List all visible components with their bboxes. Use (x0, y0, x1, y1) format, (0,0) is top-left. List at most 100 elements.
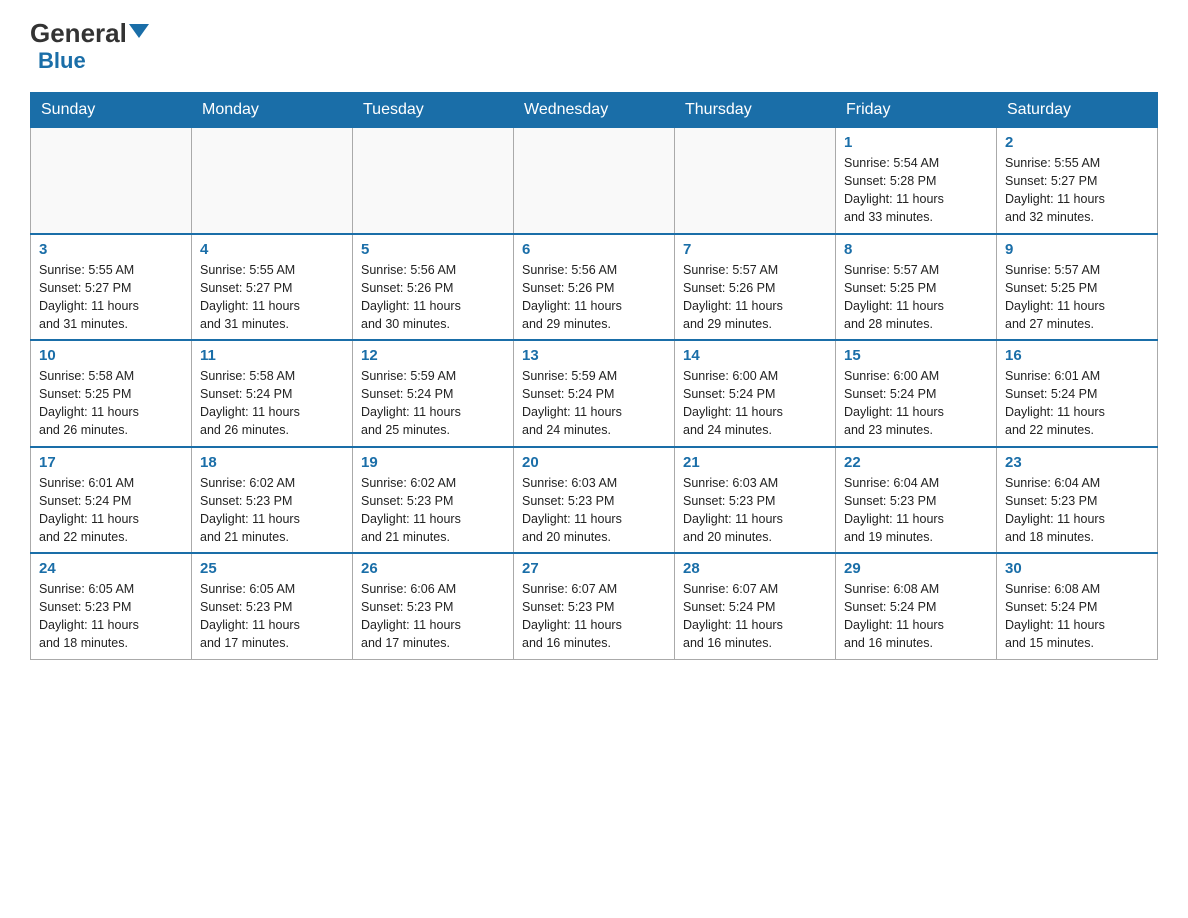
calendar-cell: 16Sunrise: 6:01 AM Sunset: 5:24 PM Dayli… (997, 340, 1158, 447)
calendar-header-row: SundayMondayTuesdayWednesdayThursdayFrid… (31, 93, 1158, 128)
calendar-cell (353, 128, 514, 234)
calendar-week-row: 17 Sunrise: 6:01 AM Sunset: 5:24 PM Dayli… (31, 447, 1158, 554)
calendar-cell: 24 Sunrise: 6:05 AM Sunset: 5:23 PM Dayli… (31, 553, 192, 659)
logo-general-text: General (30, 20, 127, 46)
logo: General Blue (30, 20, 149, 74)
day-number: 27 (522, 560, 666, 577)
calendar-cell: 11 Sunrise: 5:58 AM Sunset: 5:24 PM Dayli… (192, 340, 353, 447)
day-number: 6 (522, 241, 666, 258)
day-info: Sunrise: 5:59 AM Sunset: 5:24 PM Dayligh… (522, 367, 666, 440)
column-header-saturday: Saturday (997, 93, 1158, 128)
calendar-week-row: 1 Sunrise: 5:54 AM Sunset: 5:28 PM Daylig… (31, 128, 1158, 234)
calendar-cell: 1 Sunrise: 5:54 AM Sunset: 5:28 PM Daylig… (836, 128, 997, 234)
day-info: Sunrise: 5:58 AM Sunset: 5:25 PM Dayligh… (39, 367, 183, 440)
column-header-friday: Friday (836, 93, 997, 128)
day-number: 5 (361, 241, 505, 258)
day-number: 14 (683, 347, 827, 364)
day-number: 12 (361, 347, 505, 364)
day-info: Sunrise: 6:01 AM Sunset: 5:24 PM Dayligh… (39, 474, 183, 547)
logo-triangle-icon (129, 24, 149, 38)
day-info: Sunrise: 6:02 AM Sunset: 5:23 PM Dayligh… (361, 474, 505, 547)
calendar-cell: 28 Sunrise: 6:07 AM Sunset: 5:24 PM Dayli… (675, 553, 836, 659)
calendar-cell: 26 Sunrise: 6:06 AM Sunset: 5:23 PM Dayli… (353, 553, 514, 659)
day-number: 26 (361, 560, 505, 577)
day-info: Sunrise: 6:05 AM Sunset: 5:23 PM Dayligh… (39, 580, 183, 653)
day-number: 9 (1005, 241, 1149, 258)
day-number: 11 (200, 347, 344, 364)
day-number: 20 (522, 454, 666, 471)
day-info: Sunrise: 5:55 AM Sunset: 5:27 PM Dayligh… (39, 261, 183, 334)
day-number: 10 (39, 347, 183, 364)
calendar-week-row: 10 Sunrise: 5:58 AM Sunset: 5:25 PM Dayli… (31, 340, 1158, 447)
calendar-cell: 4Sunrise: 5:55 AM Sunset: 5:27 PM Daylig… (192, 234, 353, 341)
calendar-cell: 5Sunrise: 5:56 AM Sunset: 5:26 PM Daylig… (353, 234, 514, 341)
column-header-thursday: Thursday (675, 93, 836, 128)
calendar-table: SundayMondayTuesdayWednesdayThursdayFrid… (30, 92, 1158, 660)
calendar-cell: 8Sunrise: 5:57 AM Sunset: 5:25 PM Daylig… (836, 234, 997, 341)
logo-blue-text: Blue (38, 48, 86, 74)
calendar-cell: 9 Sunrise: 5:57 AM Sunset: 5:25 PM Daylig… (997, 234, 1158, 341)
column-header-monday: Monday (192, 93, 353, 128)
calendar-cell: 20 Sunrise: 6:03 AM Sunset: 5:23 PM Dayli… (514, 447, 675, 554)
day-number: 13 (522, 347, 666, 364)
day-info: Sunrise: 6:07 AM Sunset: 5:23 PM Dayligh… (522, 580, 666, 653)
day-number: 7 (683, 241, 827, 258)
day-info: Sunrise: 5:55 AM Sunset: 5:27 PM Dayligh… (1005, 154, 1149, 227)
calendar-cell: 13 Sunrise: 5:59 AM Sunset: 5:24 PM Dayli… (514, 340, 675, 447)
calendar-cell: 2 Sunrise: 5:55 AM Sunset: 5:27 PM Daylig… (997, 128, 1158, 234)
day-number: 29 (844, 560, 988, 577)
day-info: Sunrise: 5:54 AM Sunset: 5:28 PM Dayligh… (844, 154, 988, 227)
calendar-cell: 17 Sunrise: 6:01 AM Sunset: 5:24 PM Dayli… (31, 447, 192, 554)
calendar-cell: 21 Sunrise: 6:03 AM Sunset: 5:23 PM Dayli… (675, 447, 836, 554)
day-info: Sunrise: 6:08 AM Sunset: 5:24 PM Dayligh… (1005, 580, 1149, 653)
calendar-cell: 23Sunrise: 6:04 AM Sunset: 5:23 PM Dayli… (997, 447, 1158, 554)
day-number: 24 (39, 560, 183, 577)
day-info: Sunrise: 5:59 AM Sunset: 5:24 PM Dayligh… (361, 367, 505, 440)
day-number: 1 (844, 134, 988, 151)
calendar-cell (192, 128, 353, 234)
day-number: 21 (683, 454, 827, 471)
calendar-cell: 30 Sunrise: 6:08 AM Sunset: 5:24 PM Dayli… (997, 553, 1158, 659)
day-number: 30 (1005, 560, 1149, 577)
calendar-week-row: 3 Sunrise: 5:55 AM Sunset: 5:27 PM Daylig… (31, 234, 1158, 341)
calendar-cell: 29Sunrise: 6:08 AM Sunset: 5:24 PM Dayli… (836, 553, 997, 659)
day-info: Sunrise: 6:04 AM Sunset: 5:23 PM Dayligh… (844, 474, 988, 547)
day-info: Sunrise: 5:57 AM Sunset: 5:26 PM Dayligh… (683, 261, 827, 334)
column-header-wednesday: Wednesday (514, 93, 675, 128)
calendar-cell: 18 Sunrise: 6:02 AM Sunset: 5:23 PM Dayli… (192, 447, 353, 554)
day-number: 17 (39, 454, 183, 471)
day-number: 25 (200, 560, 344, 577)
day-number: 18 (200, 454, 344, 471)
day-number: 3 (39, 241, 183, 258)
calendar-cell: 10 Sunrise: 5:58 AM Sunset: 5:25 PM Dayli… (31, 340, 192, 447)
day-info: Sunrise: 6:03 AM Sunset: 5:23 PM Dayligh… (522, 474, 666, 547)
day-info: Sunrise: 6:00 AM Sunset: 5:24 PM Dayligh… (844, 367, 988, 440)
calendar-cell: 3 Sunrise: 5:55 AM Sunset: 5:27 PM Daylig… (31, 234, 192, 341)
day-number: 2 (1005, 134, 1149, 151)
day-info: Sunrise: 5:58 AM Sunset: 5:24 PM Dayligh… (200, 367, 344, 440)
day-info: Sunrise: 6:06 AM Sunset: 5:23 PM Dayligh… (361, 580, 505, 653)
calendar-cell (675, 128, 836, 234)
calendar-cell: 19Sunrise: 6:02 AM Sunset: 5:23 PM Dayli… (353, 447, 514, 554)
calendar-cell (514, 128, 675, 234)
calendar-cell (31, 128, 192, 234)
day-info: Sunrise: 6:00 AM Sunset: 5:24 PM Dayligh… (683, 367, 827, 440)
day-info: Sunrise: 6:07 AM Sunset: 5:24 PM Dayligh… (683, 580, 827, 653)
calendar-cell: 25 Sunrise: 6:05 AM Sunset: 5:23 PM Dayli… (192, 553, 353, 659)
column-header-tuesday: Tuesday (353, 93, 514, 128)
day-info: Sunrise: 5:56 AM Sunset: 5:26 PM Dayligh… (522, 261, 666, 334)
day-info: Sunrise: 6:02 AM Sunset: 5:23 PM Dayligh… (200, 474, 344, 547)
day-number: 15 (844, 347, 988, 364)
calendar-week-row: 24 Sunrise: 6:05 AM Sunset: 5:23 PM Dayli… (31, 553, 1158, 659)
day-info: Sunrise: 5:57 AM Sunset: 5:25 PM Dayligh… (1005, 261, 1149, 334)
day-info: Sunrise: 6:05 AM Sunset: 5:23 PM Dayligh… (200, 580, 344, 653)
day-number: 28 (683, 560, 827, 577)
calendar-cell: 14 Sunrise: 6:00 AM Sunset: 5:24 PM Dayli… (675, 340, 836, 447)
day-info: Sunrise: 6:03 AM Sunset: 5:23 PM Dayligh… (683, 474, 827, 547)
day-number: 16 (1005, 347, 1149, 364)
calendar-cell: 27 Sunrise: 6:07 AM Sunset: 5:23 PM Dayli… (514, 553, 675, 659)
day-number: 23 (1005, 454, 1149, 471)
day-info: Sunrise: 5:57 AM Sunset: 5:25 PM Dayligh… (844, 261, 988, 334)
page-header: General Blue (30, 20, 1158, 74)
calendar-cell: 7 Sunrise: 5:57 AM Sunset: 5:26 PM Daylig… (675, 234, 836, 341)
